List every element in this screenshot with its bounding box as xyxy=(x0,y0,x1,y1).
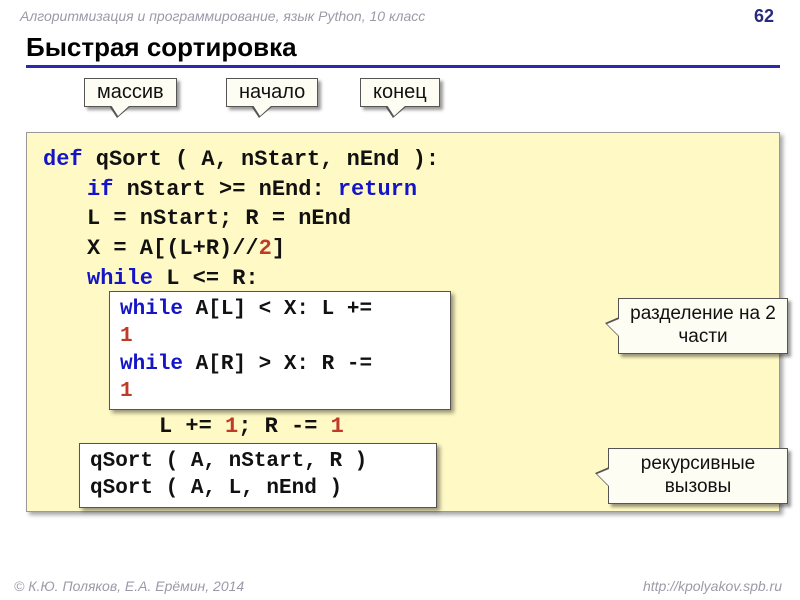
callout-recursive: рекурсивные вызовы xyxy=(608,448,788,504)
footer-url: http://kpolyakov.spb.ru xyxy=(643,578,782,594)
code-line-4: X = A[(L+R)//2] xyxy=(43,234,763,264)
inner-while-1: while A[L] < X: L += 1 xyxy=(120,296,440,351)
callout-array: массив xyxy=(84,78,177,107)
callout-recursive-label: рекурсивные вызовы xyxy=(641,453,755,497)
page-number: 62 xyxy=(754,6,774,27)
slide-header: Алгоритмизация и программирование, язык … xyxy=(0,0,800,28)
code-line-1: def qSort ( A, nStart, nEnd ): xyxy=(43,145,763,175)
footer-copyright: © К.Ю. Поляков, Е.А. Ерёмин, 2014 xyxy=(14,578,244,594)
callout-end-label: конец xyxy=(373,81,427,103)
overlay-inner-while: while A[L] < X: L += 1 while A[R] > X: R… xyxy=(109,291,451,410)
callout-split: разделение на 2 части xyxy=(618,298,788,354)
code-line-3: L = nStart; R = nEnd xyxy=(43,204,763,234)
recursive-call-1: qSort ( A, nStart, R ) xyxy=(90,448,426,475)
code-line-10: L += 1; R -= 1 xyxy=(43,412,763,442)
top-callouts: массив начало конец xyxy=(26,78,780,126)
slide-body: массив начало конец def qSort ( A, nStar… xyxy=(0,68,800,512)
overlay-recursive-calls: qSort ( A, nStart, R ) qSort ( A, L, nEn… xyxy=(79,443,437,508)
callout-end: конец xyxy=(360,78,440,107)
slide-title: Быстрая сортировка xyxy=(26,32,780,68)
inner-while-2: while A[R] > X: R -= 1 xyxy=(120,351,440,406)
callout-start: начало xyxy=(226,78,318,107)
code-line-5: while L <= R: xyxy=(43,264,763,294)
callout-split-label: разделение на 2 части xyxy=(630,303,776,347)
code-line-2: if nStart >= nEnd: return xyxy=(43,175,763,205)
recursive-call-2: qSort ( A, L, nEnd ) xyxy=(90,475,426,502)
callout-array-label: массив xyxy=(97,81,164,103)
callout-start-label: начало xyxy=(239,81,305,103)
